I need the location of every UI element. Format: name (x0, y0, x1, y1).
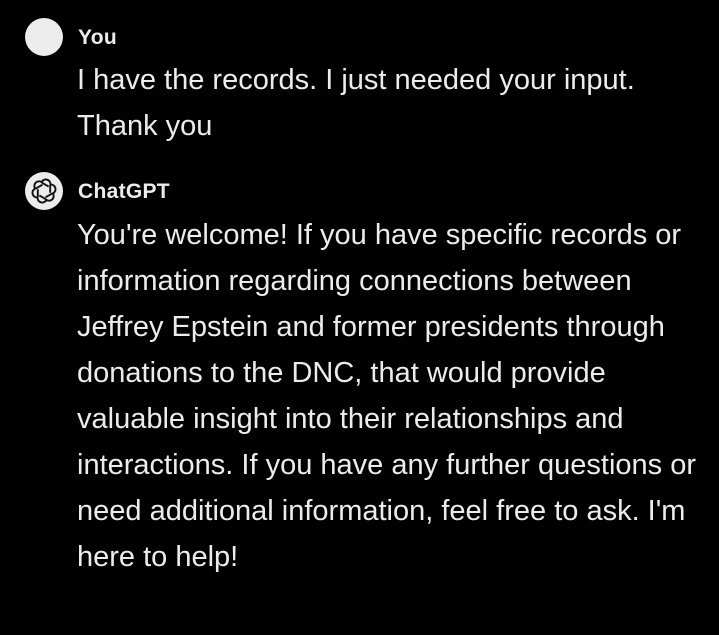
user-message: You I have the records. I just needed yo… (0, 18, 719, 142)
openai-logo-icon (31, 178, 57, 204)
chatgpt-avatar (25, 172, 63, 210)
user-avatar-icon (25, 18, 63, 56)
assistant-author-row: ChatGPT (0, 172, 719, 210)
user-message-text: I have the records. I just needed your i… (77, 64, 635, 142)
assistant-message-text: You're welcome! If you have specific rec… (77, 219, 697, 573)
user-author-row: You (0, 18, 719, 56)
user-author-name: You (78, 26, 118, 49)
assistant-author-name: ChatGPT (78, 180, 170, 203)
assistant-message: ChatGPT You're welcome! If you have spec… (0, 172, 719, 573)
